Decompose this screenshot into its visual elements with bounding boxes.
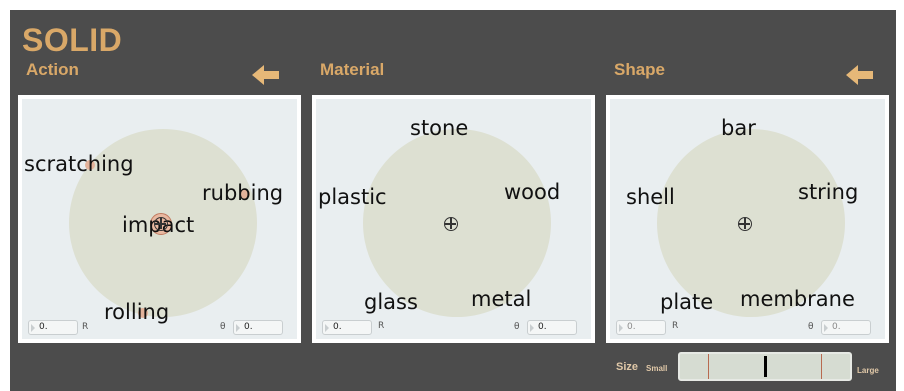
- shape-section-label: Shape: [614, 60, 666, 79]
- word-plate: plate: [660, 290, 714, 314]
- material-theta-label: θ: [514, 322, 520, 332]
- shape-back-arrow-icon[interactable]: [845, 64, 875, 86]
- shape-panel: bar shell string plate membrane 0. R θ 0…: [606, 95, 889, 343]
- shape-theta-label: θ: [808, 322, 814, 332]
- word-membrane: membrane: [740, 287, 855, 311]
- word-shell: shell: [626, 185, 675, 209]
- shape-crosshair-icon[interactable]: [738, 217, 752, 231]
- action-back-arrow-icon[interactable]: [251, 64, 281, 86]
- word-string: string: [798, 180, 859, 204]
- action-r-input[interactable]: 0.: [28, 320, 78, 335]
- word-rolling: rolling: [104, 300, 170, 324]
- action-theta-input[interactable]: 0.: [233, 320, 283, 335]
- shape-r-input[interactable]: 0.: [616, 320, 666, 335]
- shape-theta-input[interactable]: 0.: [821, 320, 871, 335]
- app-title: SOLID: [22, 22, 123, 58]
- slider-tick-right: [821, 354, 822, 379]
- word-glass: glass: [364, 290, 418, 314]
- size-label: Size: [616, 361, 639, 373]
- slider-tick-left: [708, 354, 709, 379]
- shape-pad[interactable]: bar shell string plate membrane 0. R θ 0…: [610, 99, 885, 339]
- material-section-label: Material: [320, 60, 385, 79]
- material-pad[interactable]: stone plastic wood glass metal 0. R θ 0.: [316, 99, 591, 339]
- action-r-label: R: [82, 322, 89, 332]
- size-slider-thumb[interactable]: [764, 356, 767, 377]
- word-metal: metal: [471, 287, 532, 311]
- word-scratching: scratching: [24, 152, 134, 176]
- material-r-input[interactable]: 0.: [322, 320, 372, 335]
- material-r-label: R: [378, 321, 385, 331]
- shape-r-label: R: [672, 321, 679, 331]
- word-plastic: plastic: [318, 185, 387, 209]
- material-crosshair-icon[interactable]: [444, 217, 458, 231]
- size-small-label: Small: [646, 364, 668, 373]
- action-panel: scratching rubbing impact rolling 0. R θ…: [18, 95, 301, 343]
- word-bar: bar: [721, 116, 756, 140]
- word-stone: stone: [410, 116, 469, 140]
- solid-sound-app: SOLID Action Material Shape scratching r…: [10, 10, 896, 391]
- word-wood: wood: [504, 180, 561, 204]
- material-panel: stone plastic wood glass metal 0. R θ 0.: [312, 95, 595, 343]
- size-large-label: Large: [857, 366, 879, 375]
- word-rubbing: rubbing: [202, 181, 284, 205]
- size-slider[interactable]: [678, 352, 852, 381]
- action-pad[interactable]: scratching rubbing impact rolling 0. R θ…: [22, 99, 297, 339]
- action-section-label: Action: [26, 60, 79, 79]
- material-theta-input[interactable]: 0.: [527, 320, 577, 335]
- action-crosshair-icon[interactable]: [154, 217, 168, 231]
- action-theta-label: θ: [220, 322, 226, 332]
